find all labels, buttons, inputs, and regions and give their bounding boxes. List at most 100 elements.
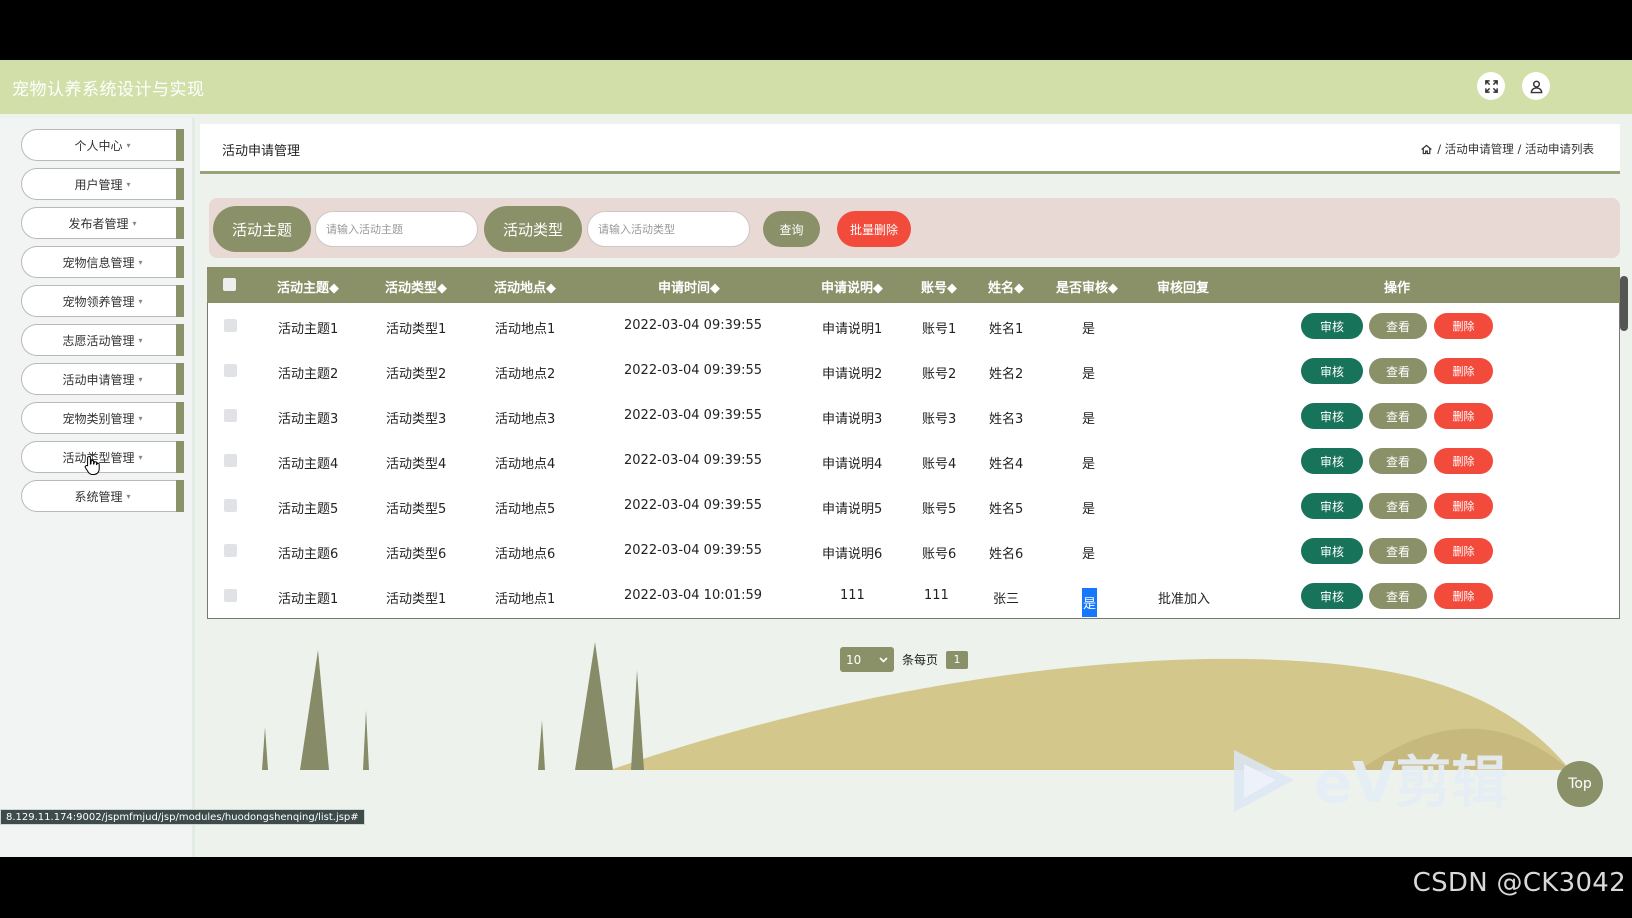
review-button[interactable]: 审核 [1301,493,1363,519]
delete-button[interactable]: 删除 [1434,538,1493,564]
table-row: 活动主题3 活动类型3 活动地点3 2022-03-04 09:39:55 申请说明3 账… [207,393,1620,439]
fullscreen-button[interactable] [1477,72,1505,100]
row-checkbox[interactable] [224,409,237,422]
review-button[interactable]: 审核 [1301,583,1363,609]
cell-type: 活动类型5 [386,502,447,517]
row-checkbox[interactable] [224,544,237,557]
sidebar-item-personal-center[interactable]: 个人中心 ▾ [21,129,184,161]
query-button[interactable]: 查询 [763,211,820,247]
cell-audited: 是 [1082,367,1096,382]
expand-icon [1484,79,1498,93]
page-size-select[interactable]: 10 [840,647,894,672]
column-header-theme[interactable]: 活动主题◆ [277,277,339,296]
activity-theme-label: 活动主题 [213,206,311,252]
cell-place: 活动地点4 [495,457,556,472]
cell-time: 2022-03-04 09:39:55 [624,543,763,558]
cell-audited: 是 [1082,502,1096,517]
sidebar-item-system[interactable]: 系统管理 ▾ [21,480,184,512]
delete-button[interactable]: 删除 [1434,358,1493,384]
view-button[interactable]: 查看 [1369,313,1427,339]
delete-button[interactable]: 删除 [1434,448,1493,474]
row-checkbox[interactable] [224,499,237,512]
cell-theme: 活动主题6 [278,547,339,562]
column-header-audited[interactable]: 是否审核◆ [1056,277,1118,296]
chevron-down-icon: ▾ [138,335,143,345]
delete-button[interactable]: 删除 [1434,583,1493,609]
view-button[interactable]: 查看 [1369,493,1427,519]
sidebar-item-activity-types[interactable]: 活动类型管理 ▾ [21,441,184,473]
review-button[interactable]: 审核 [1301,403,1363,429]
cell-audited: 是 [1082,457,1096,472]
sidebar-item-label: 志愿活动管理 [62,333,135,348]
sidebar-item-volunteer-activities[interactable]: 志愿活动管理 ▾ [21,324,184,356]
view-button[interactable]: 查看 [1369,538,1427,564]
cell-place: 活动地点2 [495,367,556,382]
activity-type-input[interactable]: 请输入活动类型 [587,211,750,247]
view-button[interactable]: 查看 [1369,403,1427,429]
user-button[interactable] [1522,72,1550,100]
row-checkbox[interactable] [224,364,237,377]
sidebar-item-label: 系统管理 [74,489,123,504]
sidebar-item-users[interactable]: 用户管理 ▾ [21,168,184,200]
review-button[interactable]: 审核 [1301,448,1363,474]
table-row: 活动主题6 活动类型6 活动地点6 2022-03-04 09:39:55 申请说明6 账… [207,528,1620,574]
watermark-text: eV剪辑 [1314,751,1507,816]
sidebar-item-pet-info[interactable]: 宠物信息管理 ▾ [21,246,184,278]
review-button[interactable]: 审核 [1301,538,1363,564]
chevron-down-icon: ▾ [138,413,143,423]
sidebar-item-activity-applications[interactable]: 活动申请管理 ▾ [21,363,184,395]
select-all-checkbox[interactable] [223,278,236,291]
cell-description: 申请说明1 [822,322,883,337]
delete-button[interactable]: 删除 [1434,493,1493,519]
chevron-down-icon: ▾ [138,296,143,306]
chevron-down-icon: ▾ [126,491,131,501]
cell-time: 2022-03-04 10:01:59 [624,588,763,603]
cell-place: 活动地点1 [495,592,556,607]
cell-place: 活动地点5 [495,502,556,517]
back-to-top-button[interactable]: Top [1557,761,1603,807]
sidebar-item-publishers[interactable]: 发布者管理 ▾ [21,207,184,239]
view-button[interactable]: 查看 [1369,448,1427,474]
row-checkbox[interactable] [224,454,237,467]
chevron-down-icon: ▾ [126,179,131,189]
breadcrumb-path: / 活动申请管理 / 活动申请列表 [1437,142,1594,156]
vertical-scrollbar[interactable] [1620,276,1628,331]
review-button[interactable]: 审核 [1301,313,1363,339]
row-checkbox[interactable] [224,589,237,602]
page-number-current[interactable]: 1 [946,650,969,669]
view-button[interactable]: 查看 [1369,358,1427,384]
sidebar-item-pet-categories[interactable]: 宠物类别管理 ▾ [21,402,184,434]
cell-type: 活动类型3 [386,412,447,427]
column-header-time[interactable]: 申请时间◆ [658,277,720,296]
sidebar-item-pet-adoption[interactable]: 宠物领养管理 ▾ [21,285,184,317]
batch-delete-button[interactable]: 批量删除 [837,211,911,247]
column-header-account[interactable]: 账号◆ [921,277,957,296]
row-checkbox[interactable] [224,319,237,332]
table-row: 活动主题4 活动类型4 活动地点4 2022-03-04 09:39:55 申请说明4 账… [207,438,1620,484]
ev-editor-watermark: eV剪辑 [1234,750,1507,816]
home-icon[interactable] [1420,143,1433,156]
cell-name: 姓名1 [989,322,1024,337]
column-header-name[interactable]: 姓名◆ [988,277,1024,296]
review-button[interactable]: 审核 [1301,358,1363,384]
sidebar-item-label: 活动申请管理 [62,372,135,387]
sidebar-item-label: 宠物类别管理 [62,411,135,426]
column-header-place[interactable]: 活动地点◆ [494,277,556,296]
activity-theme-input[interactable]: 请输入活动主题 [315,211,478,247]
sidebar: 个人中心 ▾ 用户管理 ▾ 发布者管理 ▾ 宠物信息管理 ▾ 宠物领养管理 ▾ 志愿活动管… [0,118,195,857]
per-page-label: 条每页 [902,653,939,667]
app-title: 宠物认养系统设计与实现 [12,80,205,100]
column-header-description[interactable]: 申请说明◆ [821,277,883,296]
delete-button[interactable]: 删除 [1434,313,1493,339]
view-button[interactable]: 查看 [1369,583,1427,609]
cell-theme: 活动主题1 [278,322,339,337]
cell-reply: 批准加入 [1158,592,1211,607]
csdn-credit: CSDN @CK3042 [1412,868,1626,898]
delete-button[interactable]: 删除 [1434,403,1493,429]
status-bar-url: 8.129.11.174:9002/jspmfmjud/jsp/modules/… [0,809,365,825]
cell-time: 2022-03-04 09:39:55 [624,318,763,333]
cell-description: 111 [840,588,865,603]
column-header-type[interactable]: 活动类型◆ [385,277,447,296]
cell-account: 账号6 [922,547,957,562]
cell-account: 账号1 [922,322,957,337]
